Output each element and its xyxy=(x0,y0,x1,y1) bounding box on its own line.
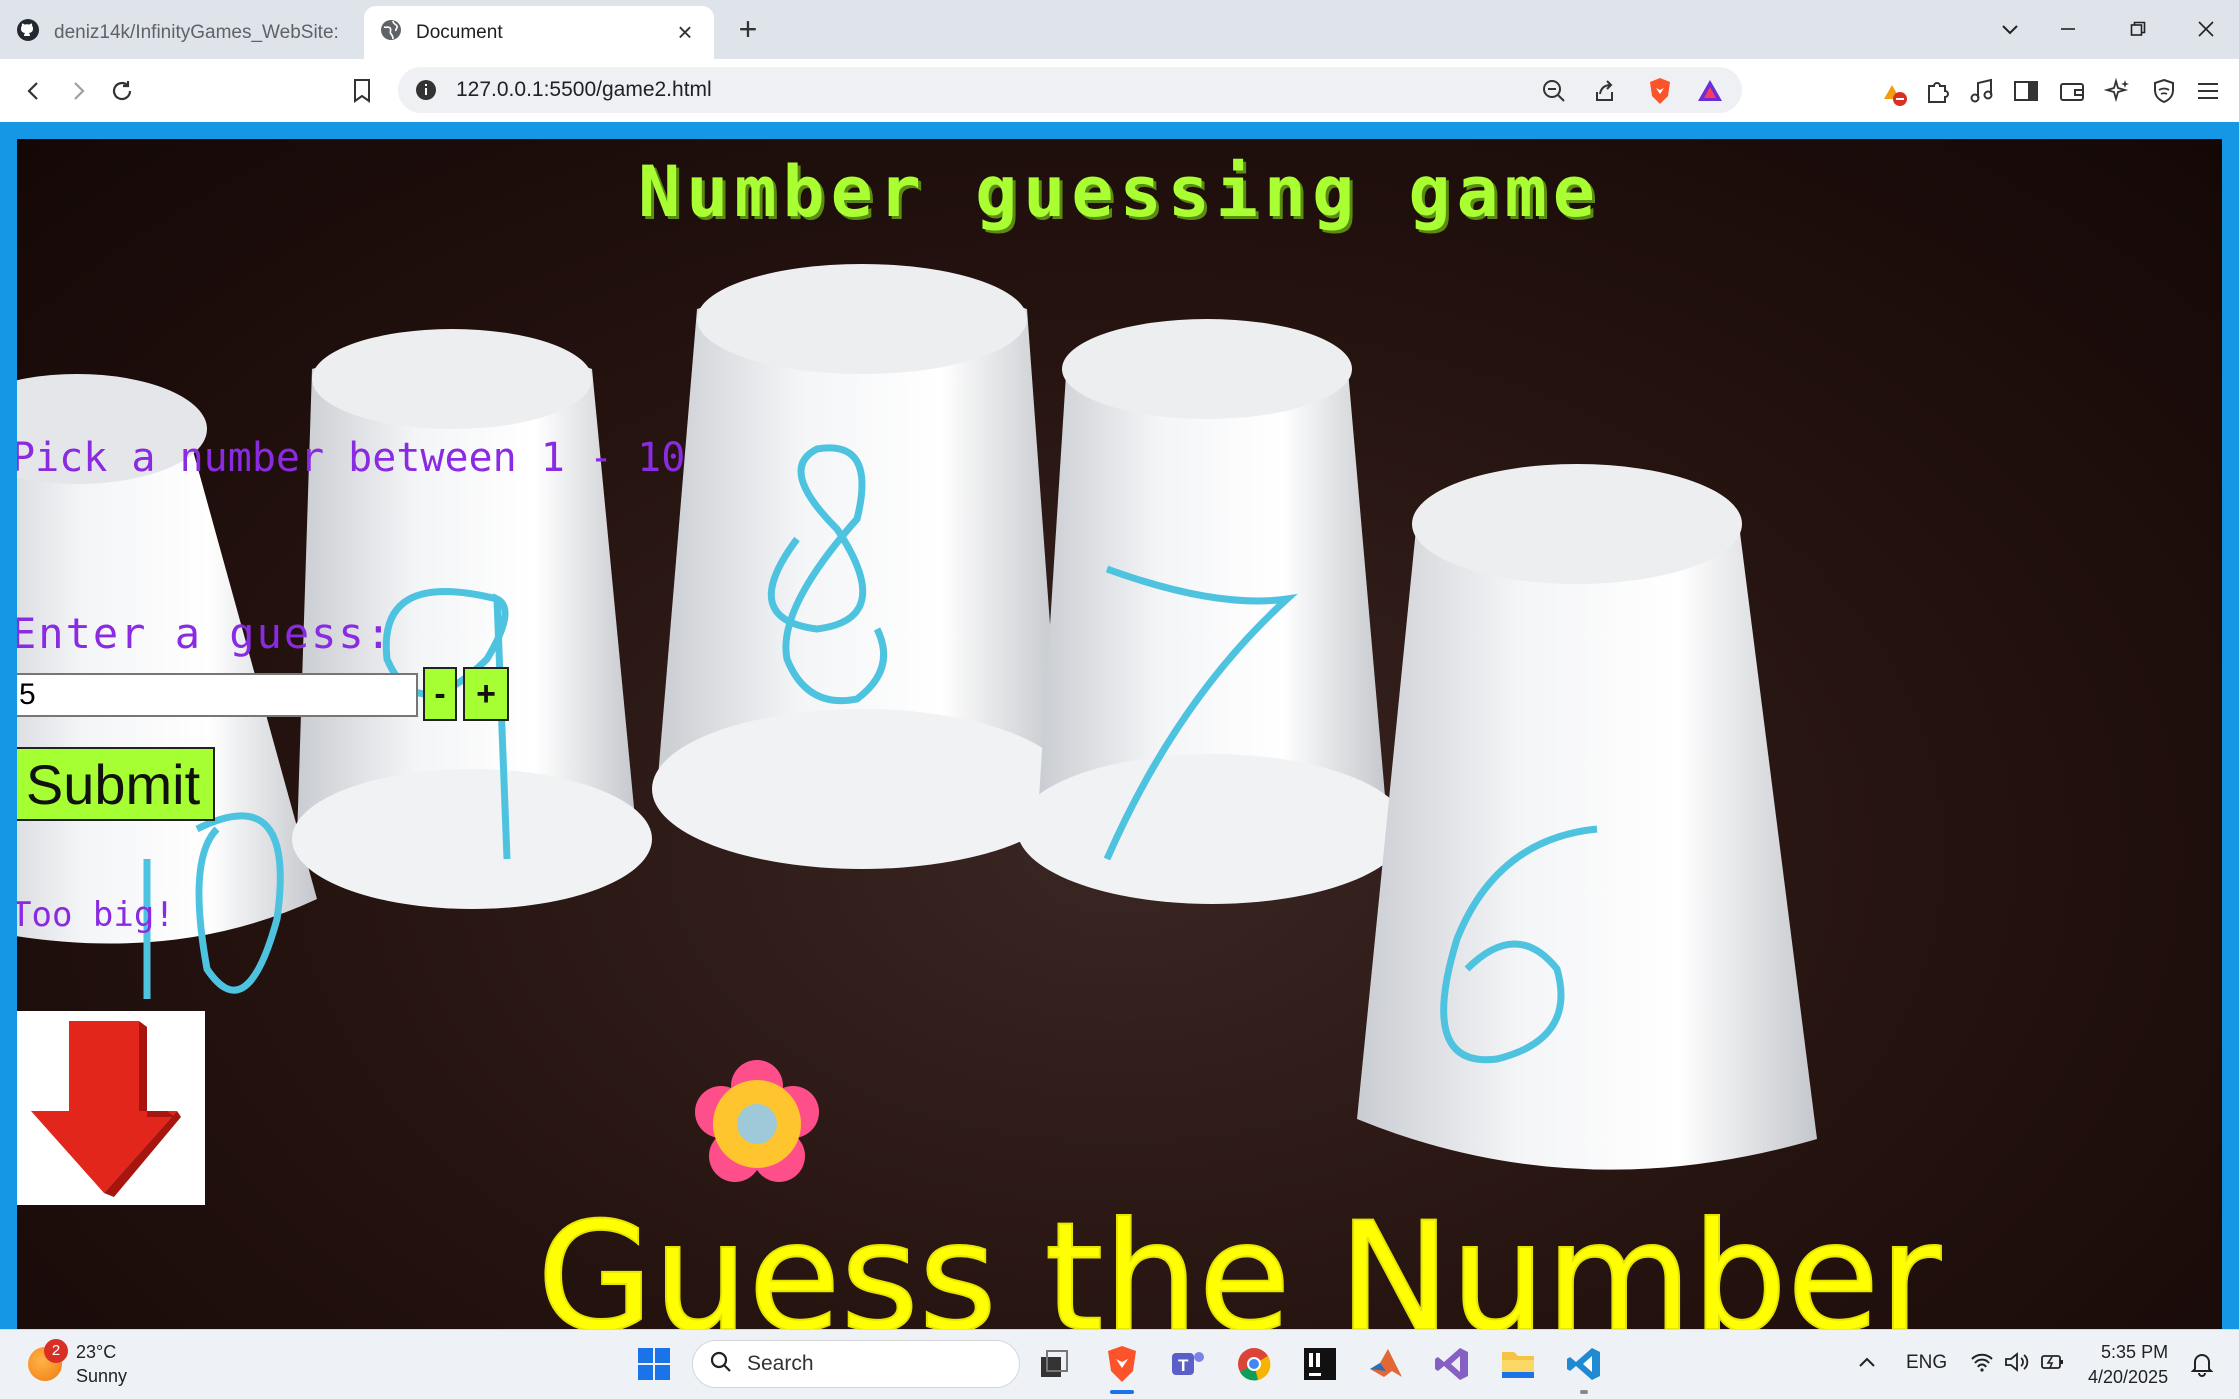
instructions-text: Pick a number between 1 - 10 xyxy=(17,435,686,481)
globe-icon xyxy=(380,19,402,47)
media-music-icon[interactable] xyxy=(1964,73,2000,109)
red-down-arrow-icon xyxy=(31,1021,181,1197)
zoom-out-icon[interactable] xyxy=(1538,75,1570,107)
bookmark-icon[interactable] xyxy=(342,71,382,111)
notification-badge: 2 xyxy=(44,1339,68,1363)
submit-button[interactable]: Submit xyxy=(17,747,215,821)
guess-input[interactable] xyxy=(17,673,418,717)
tab-search-chevron-icon[interactable] xyxy=(1990,10,2030,50)
search-placeholder: Search xyxy=(747,1352,814,1375)
game-container: Guess the Number Number guessing game Pi… xyxy=(17,139,2222,1329)
tab-github[interactable]: deniz14k/InfinityGames_WebSite: m xyxy=(0,6,360,59)
weather-condition: Sunny xyxy=(76,1366,128,1386)
restore-button[interactable] xyxy=(2118,10,2158,50)
matlab-icon[interactable] xyxy=(1364,1342,1408,1386)
battery-icon[interactable] xyxy=(2040,1352,2066,1378)
page-title: Number guessing game xyxy=(638,151,1601,233)
tab-title: deniz14k/InfinityGames_WebSite: m xyxy=(54,21,344,43)
windows-start-icon[interactable] xyxy=(632,1342,676,1386)
close-window-button[interactable] xyxy=(2186,10,2226,50)
language-indicator[interactable]: ENG xyxy=(1906,1352,1947,1374)
volume-icon[interactable] xyxy=(2004,1352,2030,1378)
address-bar[interactable]: 127.0.0.1:5500/game2.html xyxy=(398,67,1742,113)
forward-button[interactable] xyxy=(58,71,98,111)
teams-icon[interactable]: T xyxy=(1166,1342,1210,1386)
wifi-icon[interactable] xyxy=(1970,1352,1994,1378)
search-icon xyxy=(709,1350,733,1379)
weather-widget[interactable]: 2 23°C Sunny xyxy=(28,1339,128,1388)
leo-ai-icon[interactable] xyxy=(2100,73,2136,109)
menu-icon[interactable] xyxy=(2190,73,2226,109)
extension-blocked-icon[interactable] xyxy=(1876,73,1912,109)
sidebar-icon[interactable] xyxy=(2008,73,2044,109)
intellij-icon[interactable] xyxy=(1298,1342,1342,1386)
system-clock[interactable]: 5:35 PM 4/20/2025 xyxy=(2088,1340,2168,1390)
weather-temp: 23°C xyxy=(76,1342,117,1362)
share-icon[interactable] xyxy=(1588,75,1620,107)
show-hidden-icons-chevron-icon[interactable] xyxy=(1858,1352,1876,1374)
tab-title: Document xyxy=(416,21,503,43)
visual-studio-icon[interactable] xyxy=(1430,1342,1474,1386)
taskbar: 2 23°C Sunny Search T ENG 5:35 PM 4/20/2… xyxy=(0,1329,2239,1399)
tab-strip: deniz14k/InfinityGames_WebSite: m Docume… xyxy=(0,0,2239,59)
taskbar-search[interactable]: Search xyxy=(692,1340,1020,1388)
reload-button[interactable] xyxy=(102,71,142,111)
vpn-shield-icon[interactable] xyxy=(2146,73,2182,109)
clock-date: 4/20/2025 xyxy=(2088,1367,2169,1387)
wallet-icon[interactable] xyxy=(2054,73,2090,109)
clock-time: 5:35 PM xyxy=(2101,1342,2169,1362)
brave-rewards-icon[interactable] xyxy=(1694,75,1726,107)
decrement-button[interactable]: - xyxy=(423,667,457,721)
browser-toolbar: 127.0.0.1:5500/game2.html xyxy=(0,59,2239,122)
task-view-icon[interactable] xyxy=(1032,1342,1076,1386)
github-icon xyxy=(16,18,40,48)
guess-label: Enter a guess: xyxy=(17,609,394,658)
notification-bell-icon[interactable] xyxy=(2180,1342,2224,1386)
svg-text:T: T xyxy=(1178,1356,1189,1375)
background-caption: Guess the Number xyxy=(537,1191,1941,1329)
brave-shields-icon[interactable] xyxy=(1644,75,1676,107)
sun-icon: 2 xyxy=(28,1339,68,1381)
close-tab-icon[interactable]: × xyxy=(672,17,698,48)
site-info-icon[interactable] xyxy=(414,78,438,107)
new-tab-button[interactable]: + xyxy=(730,12,766,48)
brave-browser-icon[interactable] xyxy=(1100,1342,1144,1394)
feedback-text: Too big! xyxy=(17,895,175,935)
vscode-icon[interactable] xyxy=(1562,1342,1606,1394)
chrome-icon[interactable] xyxy=(1232,1342,1276,1386)
increment-button[interactable]: + xyxy=(463,667,509,721)
extensions-puzzle-icon[interactable] xyxy=(1920,73,1956,109)
tab-document[interactable]: Document × xyxy=(364,6,714,59)
url-text: 127.0.0.1:5500/game2.html xyxy=(456,78,712,101)
file-explorer-icon[interactable] xyxy=(1496,1342,1540,1386)
cups-background-image: Guess the Number xyxy=(17,264,1942,1329)
back-button[interactable] xyxy=(14,71,54,111)
minimize-button[interactable] xyxy=(2048,10,2088,50)
page-viewport: Guess the Number Number guessing game Pi… xyxy=(0,122,2239,1329)
down-arrow-hint-image xyxy=(17,1011,205,1205)
